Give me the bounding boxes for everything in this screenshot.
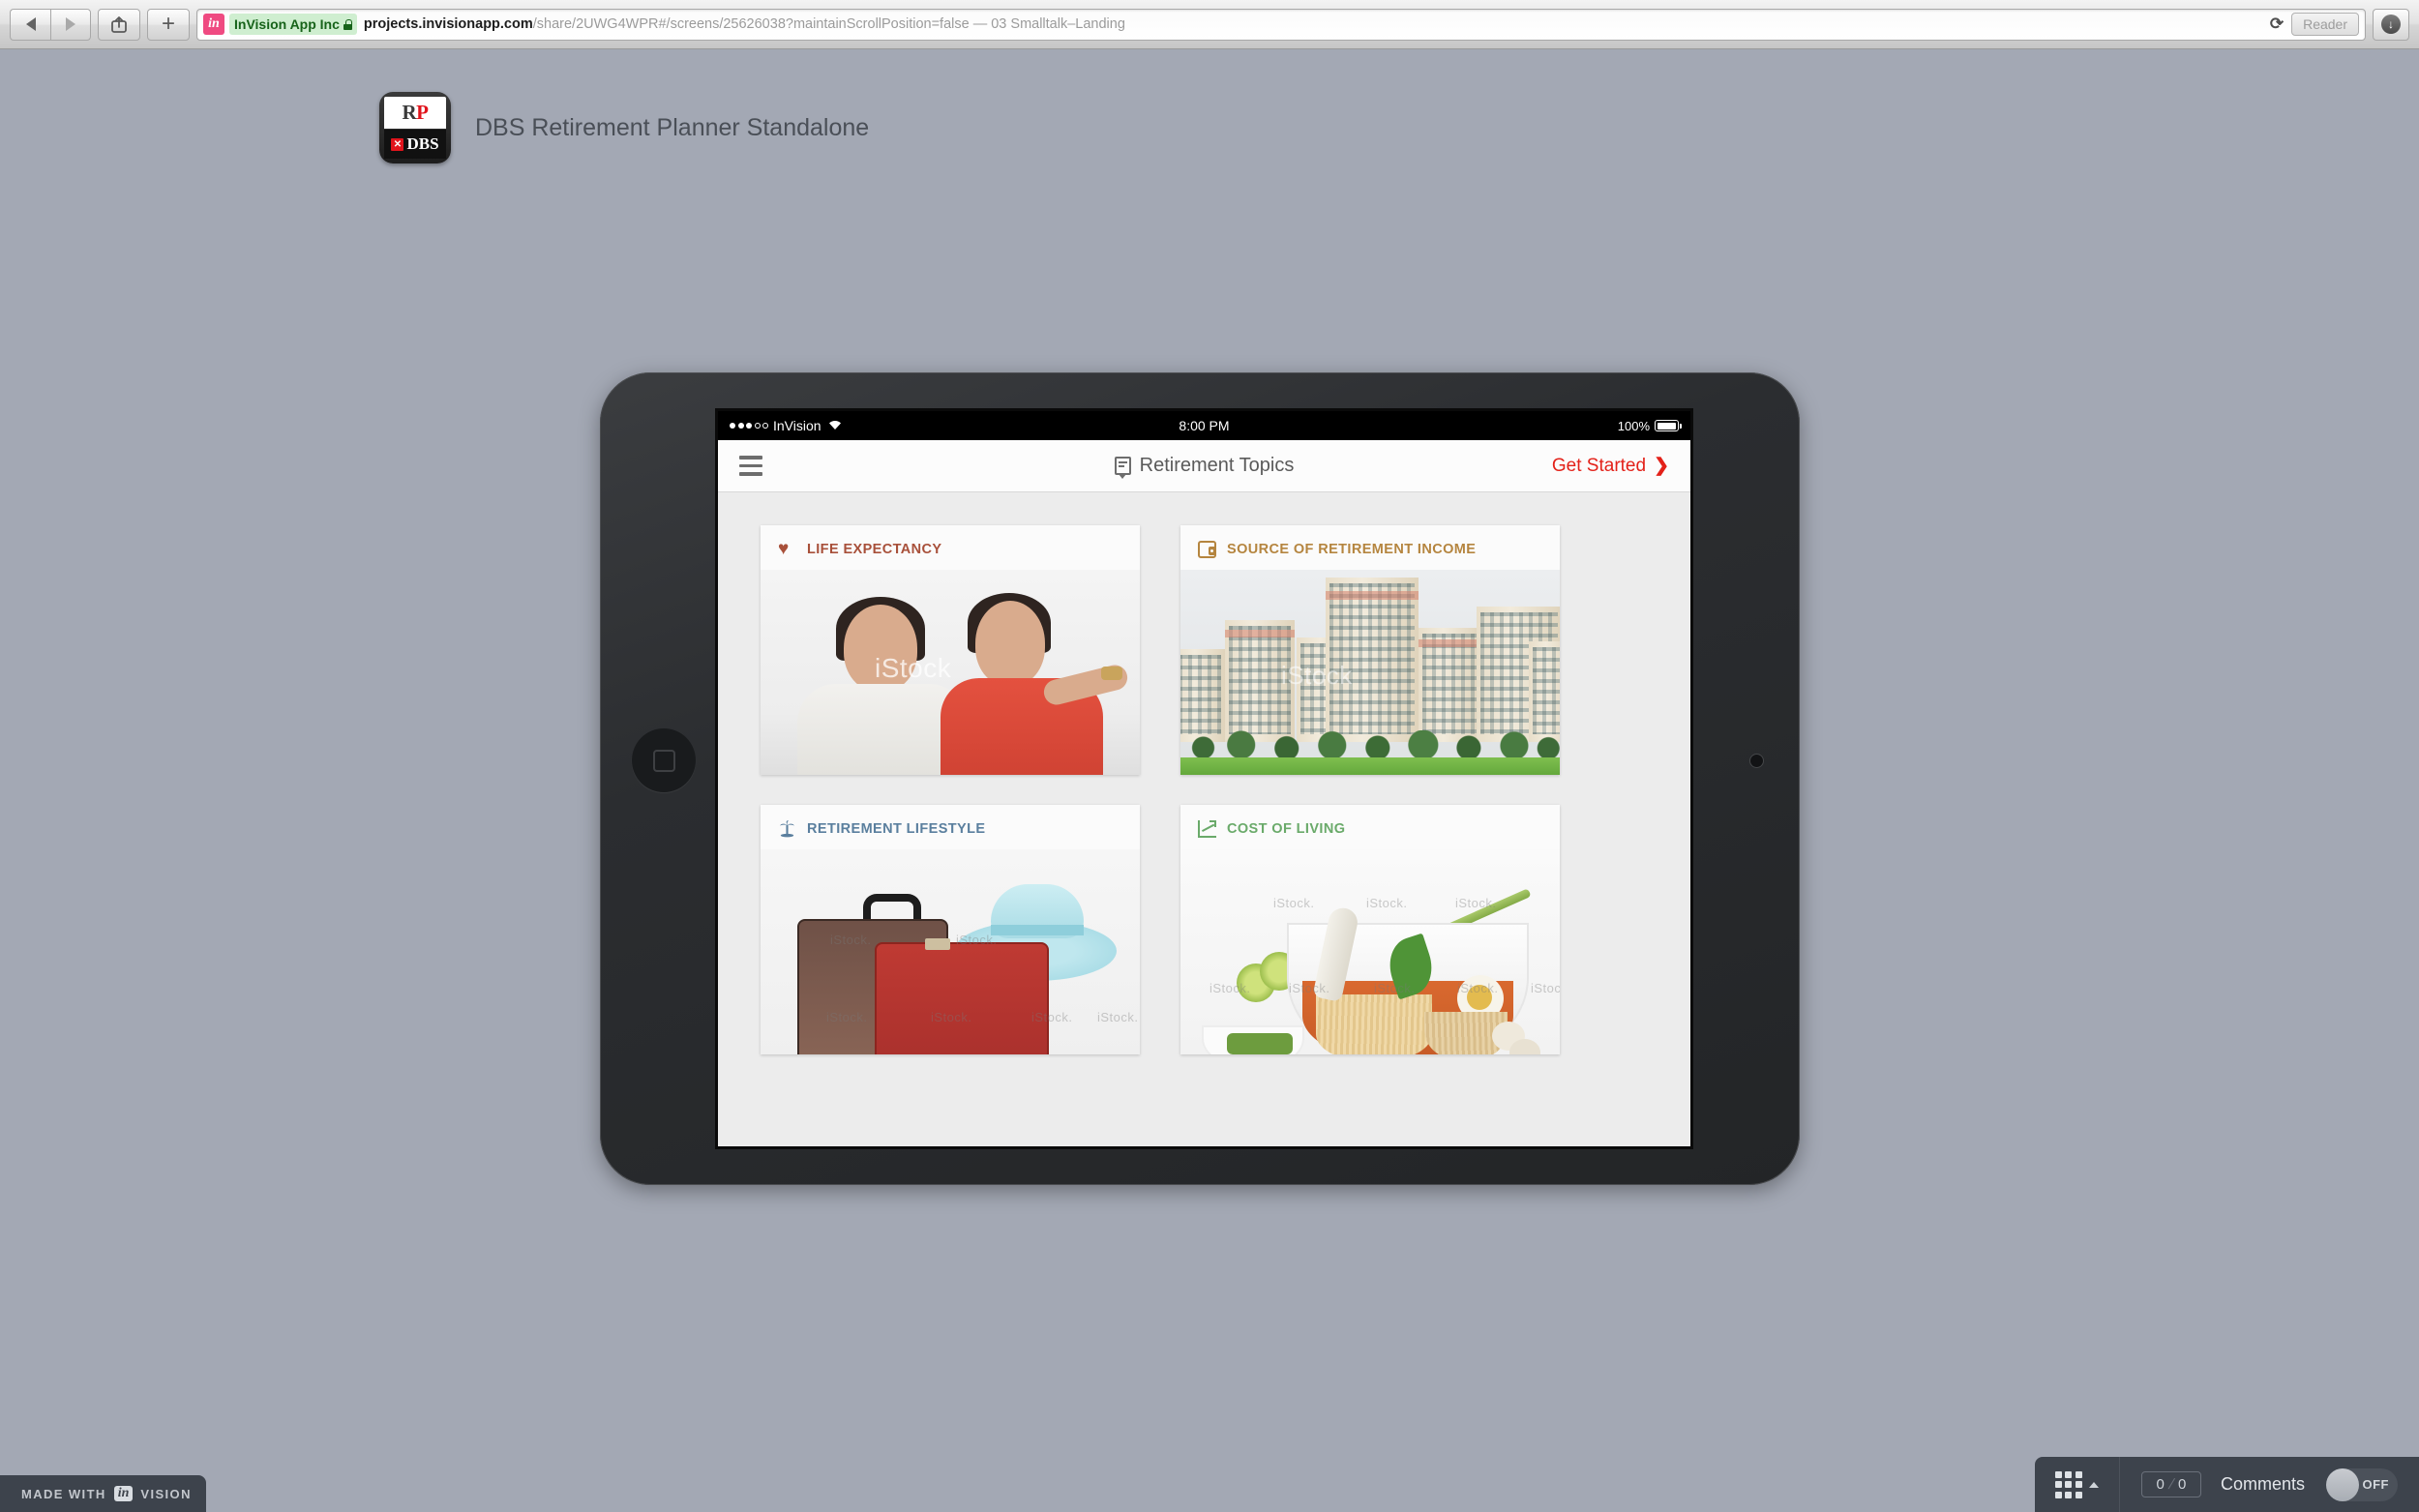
comments-label: Comments xyxy=(2220,1474,2305,1494)
topic-card-source-of-retirement-income[interactable]: SOURCE OF RETIREMENT INCOME iStock xyxy=(1180,525,1560,775)
photo-watermark: iStock. xyxy=(1366,896,1408,910)
security-badge-label: InVision App Inc xyxy=(234,16,340,32)
back-arrow-icon xyxy=(25,17,36,31)
status-bar-right: 100% xyxy=(1617,418,1682,433)
screens-grid-button[interactable] xyxy=(2035,1457,2120,1512)
card-label: LIFE EXPECTANCY xyxy=(807,541,942,557)
get-started-label: Get Started xyxy=(1551,455,1647,476)
made-with-label: MADE WITH xyxy=(21,1486,106,1501)
battery-icon xyxy=(1655,420,1682,431)
status-bar-time: 8:00 PM xyxy=(1179,418,1230,433)
card-label: SOURCE OF RETIREMENT INCOME xyxy=(1227,541,1477,557)
card-label: COST OF LIVING xyxy=(1227,820,1346,837)
share-icon xyxy=(111,16,127,33)
share-button[interactable] xyxy=(98,8,140,41)
chevron-right-icon: ❯ xyxy=(1654,456,1669,476)
ios-status-bar: InVision 8:00 PM 100% xyxy=(718,411,1690,440)
card-photo-suitcases-and-hat: iStock. iStock. iStock. iStock. iStock. … xyxy=(761,849,1140,1054)
line-chart-icon xyxy=(1198,819,1216,838)
url-host: projects.invisionapp.com xyxy=(363,16,533,32)
home-button[interactable] xyxy=(632,728,696,792)
page-title: DBS Retirement Planner Standalone xyxy=(475,113,870,141)
toggle-state-label: OFF xyxy=(2362,1477,2389,1492)
browser-toolbar: + in InVision App Inc projects.invisiona… xyxy=(0,0,2419,49)
reload-icon[interactable]: ⟳ xyxy=(2270,15,2284,34)
download-icon: ↓ xyxy=(2381,15,2401,34)
nav-title-group: Retirement Topics xyxy=(718,440,1690,491)
photo-watermark: iStock. xyxy=(1097,1010,1139,1024)
card-label: RETIREMENT LIFESTYLE xyxy=(807,820,986,837)
dbs-wordmark: DBS xyxy=(406,134,439,154)
downloads-button[interactable]: ↓ xyxy=(2373,8,2409,41)
nav-buttons-group xyxy=(10,8,91,41)
new-tab-button[interactable]: + xyxy=(147,8,190,41)
back-button[interactable] xyxy=(10,8,50,41)
wallet-icon xyxy=(1198,540,1217,558)
address-bar[interactable]: in InVision App Inc projects.invisionapp… xyxy=(196,8,2366,41)
photo-watermark: iStock. xyxy=(1273,896,1315,910)
wifi-icon xyxy=(828,419,842,433)
topics-content: ♥ LIFE EXPECTANCY iStock SOURCE OF RETIR… xyxy=(718,492,1690,1146)
nav-title: Retirement Topics xyxy=(1139,455,1295,476)
made-with-invision-badge: MADE WITH in VISION xyxy=(0,1475,206,1512)
front-camera-icon xyxy=(1750,755,1763,767)
url-text: projects.invisionapp.com/share/2UWG4WPR#… xyxy=(364,16,1125,32)
grid-icon xyxy=(2054,1470,2082,1498)
invision-favicon: in xyxy=(203,14,224,35)
device-screen: InVision 8:00 PM 100% Retirement Topics … xyxy=(718,411,1690,1146)
comments-toolbar: 0 / 0 Comments OFF xyxy=(2034,1457,2419,1512)
app-nav-bar: Retirement Topics Get Started ❯ xyxy=(718,440,1690,492)
toggle-knob xyxy=(2326,1468,2359,1501)
plus-icon: + xyxy=(161,11,175,37)
palm-tree-icon xyxy=(778,819,796,838)
invision-logo-icon: in xyxy=(113,1486,134,1501)
card-header: ♥ LIFE EXPECTANCY xyxy=(761,525,1140,570)
lock-icon xyxy=(343,18,352,30)
topic-card-cost-of-living[interactable]: COST OF LIVING iStock. iStock. iStock. i… xyxy=(1180,805,1560,1054)
status-bar-left: InVision xyxy=(730,418,842,433)
photo-watermark: iStock. xyxy=(1531,981,1560,995)
dbs-x-icon: ✕ xyxy=(391,137,404,151)
home-square-icon xyxy=(652,749,675,772)
app-icon-initials: RP xyxy=(384,97,446,130)
topic-card-grid: ♥ LIFE EXPECTANCY iStock SOURCE OF RETIR… xyxy=(761,525,1648,1054)
app-icon-letter-r: R xyxy=(402,101,417,125)
comment-count-display: 0 / 0 xyxy=(2140,1471,2201,1497)
card-photo-hdb-apartments: iStock xyxy=(1180,570,1560,775)
address-bar-actions: ⟳ Reader xyxy=(2270,10,2359,40)
comment-count-separator: / xyxy=(2166,1476,2176,1493)
hamburger-icon[interactable] xyxy=(739,456,762,476)
carrier-label: InVision xyxy=(773,418,821,433)
card-photo-asian-couple: iStock xyxy=(761,570,1140,775)
app-icon-letter-p: P xyxy=(416,101,429,125)
card-photo-laksa-noodle-soup: iStock. iStock. iStock. iStock. iStock. … xyxy=(1180,849,1560,1054)
comments-toggle[interactable]: OFF xyxy=(2326,1468,2398,1501)
ipad-device-frame: InVision 8:00 PM 100% Retirement Topics … xyxy=(600,372,1800,1185)
signal-strength-icon xyxy=(730,423,768,429)
forward-arrow-icon xyxy=(66,17,75,31)
security-badge: InVision App Inc xyxy=(229,14,357,35)
comment-count-current: 0 xyxy=(2156,1476,2165,1493)
forward-button[interactable] xyxy=(50,8,91,41)
invision-wordmark: VISION xyxy=(140,1486,192,1501)
card-header: RETIREMENT LIFESTYLE xyxy=(761,805,1140,849)
speech-bubble-icon xyxy=(1114,457,1131,479)
topic-card-retirement-lifestyle[interactable]: RETIREMENT LIFESTYLE iStock. iStock. iSt… xyxy=(761,805,1140,1054)
app-icon-brand: ✕ DBS xyxy=(384,130,446,159)
card-header: SOURCE OF RETIREMENT INCOME xyxy=(1180,525,1560,570)
project-header: RP ✕ DBS DBS Retirement Planner Standalo… xyxy=(379,92,869,163)
get-started-button[interactable]: Get Started ❯ xyxy=(1552,455,1669,477)
reader-button[interactable]: Reader xyxy=(2291,13,2359,36)
card-header: COST OF LIVING xyxy=(1180,805,1560,849)
comment-count-total: 0 xyxy=(2178,1476,2187,1493)
project-app-icon[interactable]: RP ✕ DBS xyxy=(379,92,451,163)
topic-card-life-expectancy[interactable]: ♥ LIFE EXPECTANCY iStock xyxy=(761,525,1140,775)
caret-up-icon xyxy=(2088,1481,2099,1488)
heart-icon: ♥ xyxy=(778,539,790,559)
url-path: /share/2UWG4WPR#/screens/25626038?mainta… xyxy=(532,16,1125,32)
battery-percent-label: 100% xyxy=(1617,418,1650,433)
